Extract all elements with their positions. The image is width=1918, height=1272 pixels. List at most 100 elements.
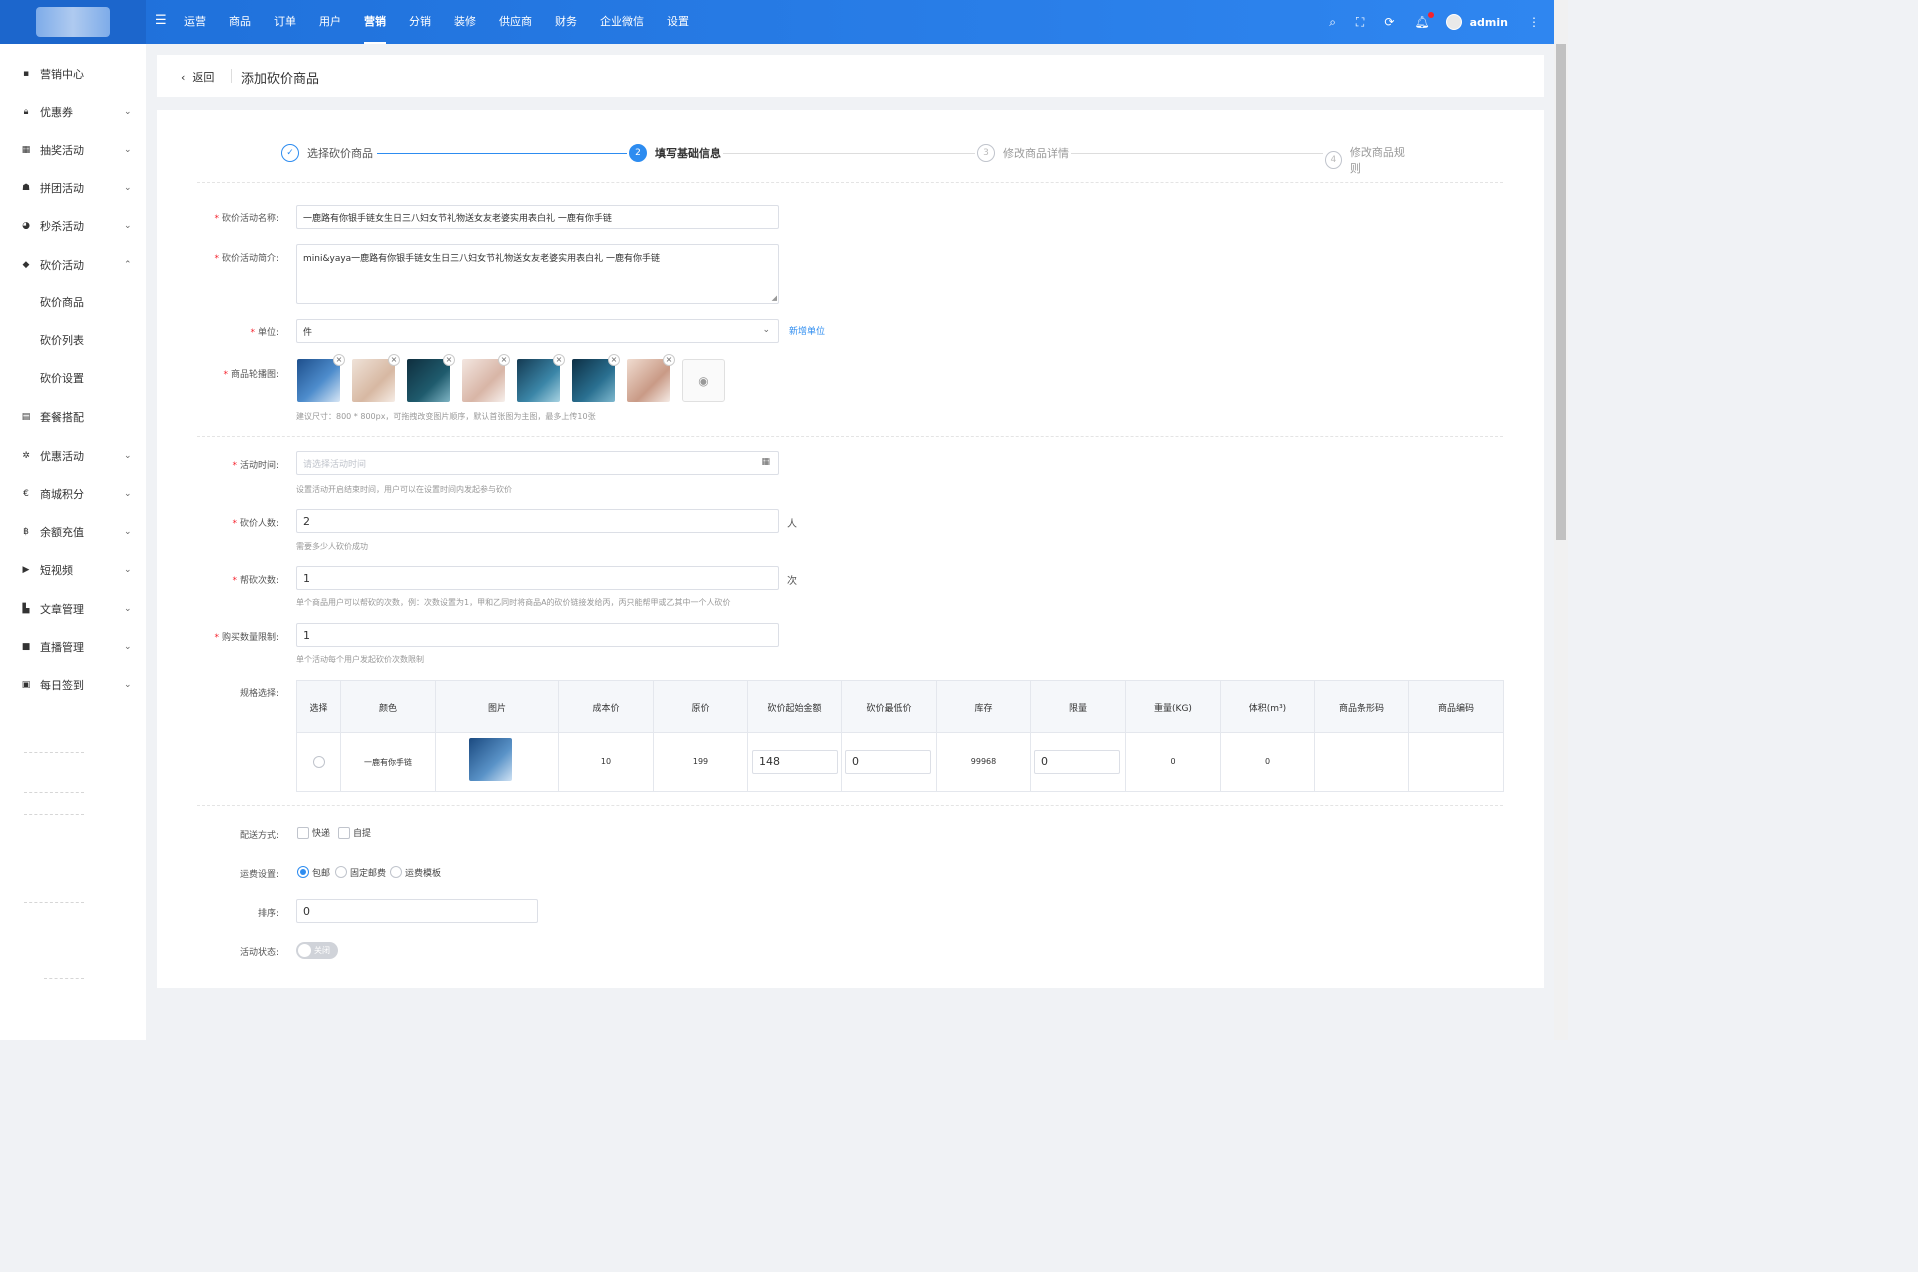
help-times-input[interactable]: 1 bbox=[296, 566, 779, 590]
bell-icon[interactable]: 🔔︎ bbox=[1414, 12, 1434, 29]
carousel-image[interactable]: × bbox=[297, 354, 345, 402]
activity-status-switch[interactable]: 关闭 bbox=[296, 942, 338, 959]
add-unit-link[interactable]: 新增单位 bbox=[789, 324, 825, 337]
activity-name-input[interactable]: 一鹿路有你银手链女生日三八妇女节礼物送女友老婆实用表白礼 一鹿有你手链 bbox=[296, 205, 779, 229]
close-icon[interactable]: × bbox=[608, 354, 620, 366]
close-icon[interactable]: × bbox=[388, 354, 400, 366]
freight-fixed-label[interactable]: 固定邮费 bbox=[350, 866, 386, 879]
sidebar-item-bargain[interactable]: ◆ 砍价活动 ⌃ bbox=[0, 255, 146, 275]
logo[interactable] bbox=[0, 0, 146, 44]
carousel-image[interactable]: × bbox=[572, 354, 620, 402]
delivery-express-checkbox[interactable] bbox=[297, 827, 309, 839]
carousel-image[interactable]: × bbox=[462, 354, 510, 402]
username[interactable]: admin bbox=[1470, 16, 1508, 29]
carousel-image[interactable]: × bbox=[352, 354, 400, 402]
scrollbar-thumb[interactable] bbox=[1556, 44, 1566, 540]
step-label: 选择砍价商品 bbox=[307, 147, 373, 160]
row-select-radio[interactable] bbox=[313, 756, 325, 768]
close-icon[interactable]: × bbox=[553, 354, 565, 366]
sort-input[interactable]: 0 bbox=[296, 899, 538, 923]
freight-free-radio[interactable] bbox=[297, 866, 309, 878]
carousel-image[interactable]: × bbox=[627, 354, 675, 402]
header-cell: 原价 bbox=[691, 704, 710, 714]
nav-users[interactable]: 用户 bbox=[319, 0, 341, 44]
spec-product-image[interactable] bbox=[469, 738, 512, 781]
nav-settings[interactable]: 设置 bbox=[667, 0, 689, 44]
sidebar-subitem-bargain-settings[interactable]: 砍价设置 bbox=[0, 368, 146, 388]
carousel-image[interactable]: × bbox=[517, 354, 565, 402]
col-stock: 库存 99968 bbox=[937, 681, 1031, 791]
freight-template-label[interactable]: 运费模板 bbox=[405, 866, 441, 879]
bargain-people-input[interactable]: 2 bbox=[296, 509, 779, 533]
nav-decoration[interactable]: 装修 bbox=[454, 0, 476, 44]
avatar[interactable] bbox=[1445, 14, 1462, 30]
video-icon: ▶ bbox=[22, 565, 30, 575]
sidebar-item-checkin[interactable]: ▣ 每日签到 ⌄ bbox=[0, 675, 146, 695]
sidebar-item-group-buy[interactable]: ☗ 拼团活动 ⌄ bbox=[0, 178, 146, 198]
nav-distribution[interactable]: 分销 bbox=[409, 0, 431, 44]
sidebar: ▪ 营销中心 🔒︎ 优惠券 ⌄ ▦ 抽奖活动 ⌄ ☗ 拼团活动 ⌄ ◕ 秒杀活动 ⌄ ◆ 砍价活动 ⌃… bbox=[0, 44, 146, 1040]
switch-knob bbox=[298, 944, 311, 957]
page-scrollbar[interactable] bbox=[1554, 0, 1568, 1040]
sidebar-item-marketing-center[interactable]: ▪ 营销中心 bbox=[0, 64, 146, 84]
sidebar-subitem-bargain-goods[interactable]: 砍价商品 bbox=[0, 292, 146, 312]
sidebar-item-promotion[interactable]: ✲ 优惠活动 ⌄ bbox=[0, 446, 146, 466]
delivery-pickup-label[interactable]: 自提 bbox=[353, 826, 371, 839]
min-price-input[interactable]: 0 bbox=[845, 750, 931, 774]
limit-qty-input[interactable]: 0 bbox=[1034, 750, 1120, 774]
resize-handle-icon[interactable]: ◢ bbox=[772, 294, 777, 302]
freight-free-label[interactable]: 包邮 bbox=[312, 866, 330, 879]
close-icon[interactable]: × bbox=[443, 354, 455, 366]
activity-time-picker[interactable]: 请选择活动时间 ▦ bbox=[296, 451, 779, 475]
sidebar-item-live[interactable]: ■ 直播管理 ⌄ bbox=[0, 637, 146, 657]
activity-intro-textarea[interactable]: mini&yaya一鹿路有你银手链女生日三八妇女节礼物送女友老婆实用表白礼 一鹿… bbox=[296, 244, 779, 304]
step-connector bbox=[377, 153, 627, 154]
fullscreen-icon[interactable]: ⛶ bbox=[1356, 15, 1364, 30]
intro-label: * 砍价活动简介: bbox=[214, 254, 279, 264]
sidebar-item-points[interactable]: € 商城积分 ⌄ bbox=[0, 484, 146, 504]
sidebar-item-package[interactable]: ▤ 套餐搭配 bbox=[0, 407, 146, 427]
lock-icon: 🔒︎ bbox=[23, 107, 29, 117]
name-label: * 砍价活动名称: bbox=[214, 214, 279, 224]
upload-image-button[interactable]: ◉ bbox=[682, 359, 725, 402]
nav-supplier[interactable]: 供应商 bbox=[499, 0, 532, 44]
freight-template-radio[interactable] bbox=[390, 866, 402, 878]
purchase-limit-input[interactable]: 1 bbox=[296, 623, 779, 647]
close-icon[interactable]: × bbox=[498, 354, 510, 366]
nav-finance[interactable]: 财务 bbox=[555, 0, 577, 44]
close-icon[interactable]: × bbox=[663, 354, 675, 366]
nav-marketing[interactable]: 营销 bbox=[364, 0, 386, 44]
nav-goods[interactable]: 商品 bbox=[229, 0, 251, 44]
more-icon[interactable]: ⋮ bbox=[1528, 15, 1540, 29]
back-button[interactable]: ‹ 返回 bbox=[181, 69, 214, 85]
discount-icon: ✲ bbox=[22, 451, 30, 461]
nav-wecom[interactable]: 企业微信 bbox=[600, 0, 644, 44]
header-cell: 砍价起始金额 bbox=[767, 704, 822, 714]
search-icon[interactable]: ⌕ bbox=[1329, 15, 1336, 30]
delivery-label: 配送方式: bbox=[239, 831, 279, 841]
header-cell: 成本价 bbox=[592, 704, 620, 714]
carousel-image[interactable]: × bbox=[407, 354, 455, 402]
unit-select[interactable]: 件 ⌄ bbox=[296, 319, 779, 343]
header-cell: 重量(KG) bbox=[1154, 704, 1192, 714]
sidebar-item-lottery[interactable]: ▦ 抽奖活动 ⌄ bbox=[0, 140, 146, 160]
sidebar-item-coupon[interactable]: 🔒︎ 优惠券 ⌄ bbox=[0, 102, 146, 122]
menu-toggle-icon[interactable]: ☰ bbox=[155, 13, 167, 28]
delivery-pickup-checkbox[interactable] bbox=[338, 827, 350, 839]
sidebar-subitem-bargain-list[interactable]: 砍价列表 bbox=[0, 330, 146, 350]
start-price-input[interactable]: 148 bbox=[752, 750, 838, 774]
package-icon: ▤ bbox=[21, 412, 31, 422]
sidebar-item-recharge[interactable]: ฿ 余额充值 ⌄ bbox=[0, 522, 146, 542]
nav-orders[interactable]: 订单 bbox=[274, 0, 296, 44]
chevron-down-icon: ⌄ bbox=[124, 642, 132, 652]
people-label: * 砍价人数: bbox=[232, 519, 279, 529]
sidebar-item-seckill[interactable]: ◕ 秒杀活动 ⌄ bbox=[0, 216, 146, 236]
header-cell: 商品条形码 bbox=[1338, 704, 1384, 714]
freight-fixed-radio[interactable] bbox=[335, 866, 347, 878]
nav-operation[interactable]: 运营 bbox=[184, 0, 206, 44]
close-icon[interactable]: × bbox=[333, 354, 345, 366]
refresh-icon[interactable]: ⟳ bbox=[1384, 15, 1394, 29]
sidebar-item-short-video[interactable]: ▶ 短视频 ⌄ bbox=[0, 560, 146, 580]
sidebar-item-article[interactable]: ▙ 文章管理 ⌄ bbox=[0, 599, 146, 619]
delivery-express-label[interactable]: 快递 bbox=[312, 826, 330, 839]
